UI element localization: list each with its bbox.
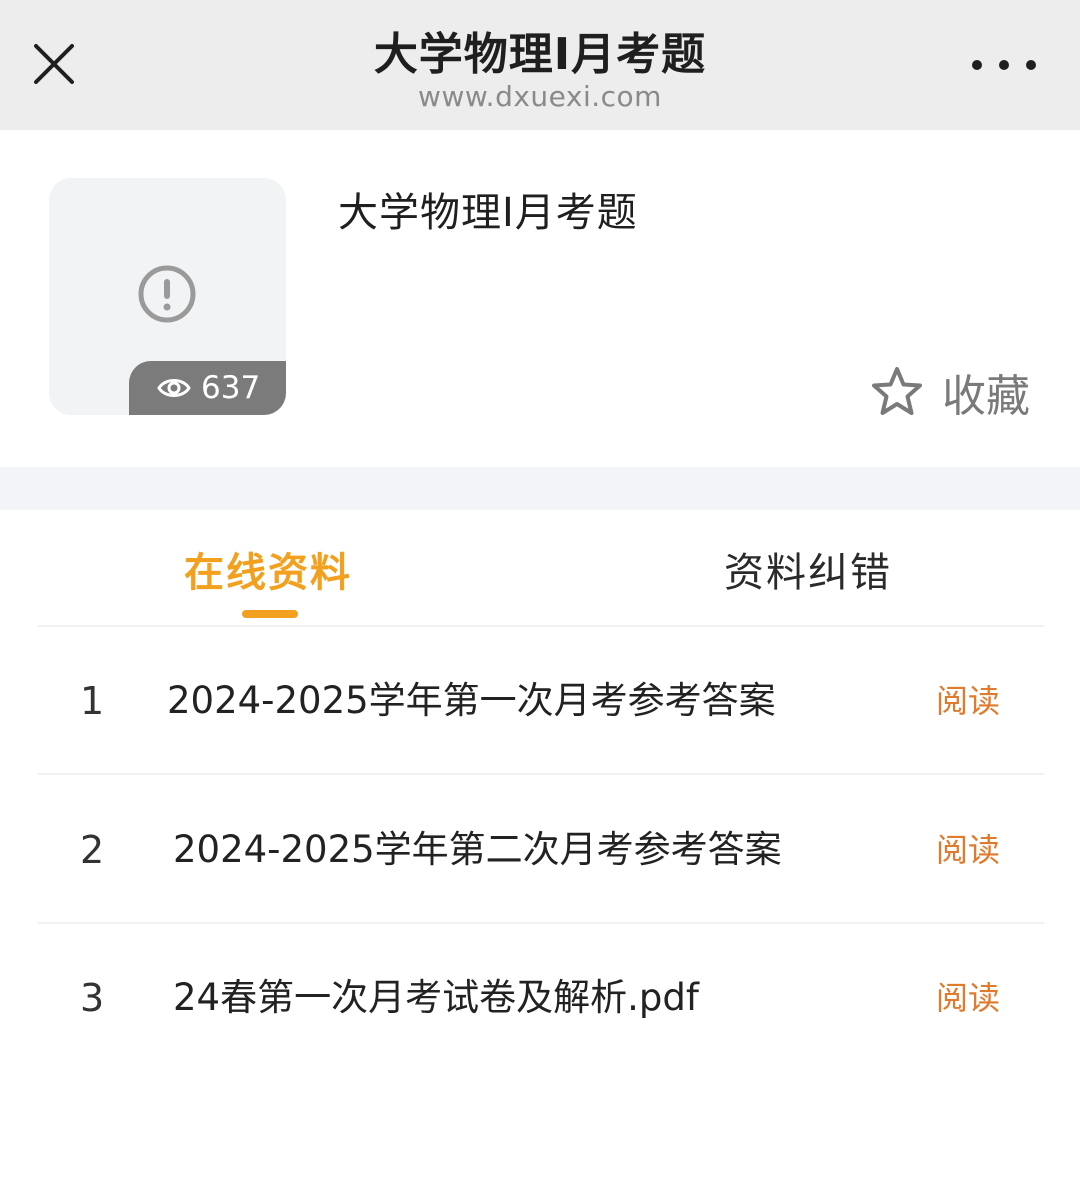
favorite-button[interactable]: 收藏	[870, 360, 1030, 424]
cover-image-placeholder: 637	[49, 178, 286, 415]
read-link[interactable]: 阅读	[936, 776, 1000, 924]
view-count-badge: 637	[129, 361, 286, 415]
more-dots-icon	[972, 60, 982, 70]
site-url: www.dxuexi.com	[418, 80, 662, 113]
view-count: 637	[201, 370, 261, 406]
item-title: 2024-2025学年第一次月考参考答案	[167, 679, 776, 722]
favorite-label: 收藏	[942, 371, 1030, 422]
list-item[interactable]: 2 2024-2025学年第二次月考参考答案 阅读	[0, 776, 1080, 924]
tab-online-materials[interactable]: 在线资料	[184, 540, 352, 598]
eye-icon	[157, 379, 191, 397]
item-title: 2024-2025学年第二次月考参考答案	[173, 828, 782, 871]
section-divider	[0, 467, 1080, 510]
top-bar: 大学物理I月考题 www.dxuexi.com	[0, 0, 1080, 130]
document-title: 大学物理I月考题	[338, 190, 638, 236]
read-link[interactable]: 阅读	[936, 627, 1000, 775]
warning-circle-icon	[138, 265, 196, 323]
item-index: 1	[80, 679, 105, 723]
read-link[interactable]: 阅读	[936, 924, 1000, 1072]
item-index: 2	[80, 828, 105, 872]
list-item[interactable]: 1 2024-2025学年第一次月考参考答案 阅读	[0, 627, 1080, 775]
page-title: 大学物理I月考题	[373, 29, 707, 80]
active-tab-indicator	[242, 610, 298, 618]
more-dots-icon	[1026, 60, 1036, 70]
star-icon	[872, 367, 922, 415]
more-options-button[interactable]	[972, 54, 1036, 76]
divider	[38, 773, 1044, 775]
item-title: 24春第一次月考试卷及解析.pdf	[173, 976, 699, 1019]
more-dots-icon	[999, 60, 1009, 70]
item-index: 3	[80, 976, 105, 1020]
tab-error-report[interactable]: 资料纠错	[724, 540, 892, 598]
list-item[interactable]: 3 24春第一次月考试卷及解析.pdf 阅读	[0, 924, 1080, 1072]
